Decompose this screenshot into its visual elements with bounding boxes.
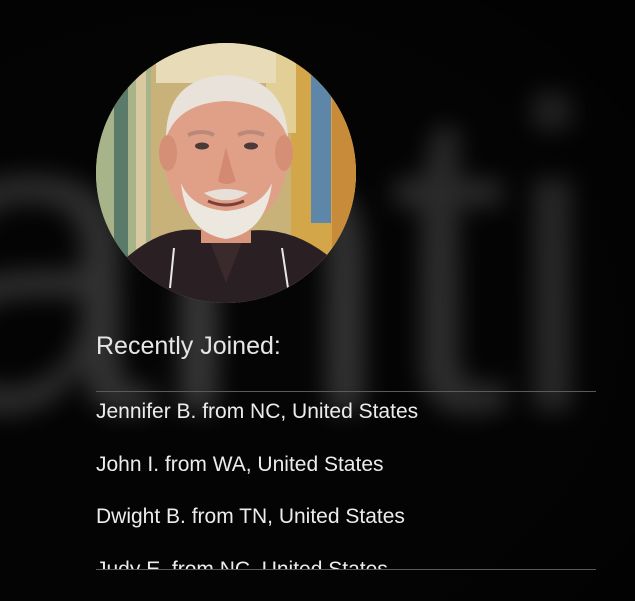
list-bottom-divider <box>96 569 596 570</box>
list-item: John I. from WA, United States <box>96 452 384 476</box>
recently-joined-list: Jennifer B. from NC, United States John … <box>96 392 596 569</box>
recently-joined-list-viewport[interactable]: Jennifer B. from NC, United States John … <box>96 392 596 569</box>
avatar <box>96 43 356 303</box>
list-item: Judy E. from NC, United States <box>96 557 388 570</box>
list-item: Jennifer B. from NC, United States <box>96 400 419 423</box>
recently-joined-title: Recently Joined: <box>96 332 281 360</box>
list-item: Dwight B. from TN, United States <box>96 505 405 528</box>
